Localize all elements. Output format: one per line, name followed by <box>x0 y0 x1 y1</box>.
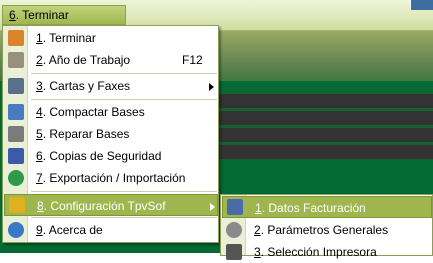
menu-item-num: 3 <box>36 79 43 93</box>
menubar-item-num: 6 <box>9 8 16 22</box>
menu-item-copias-seguridad[interactable]: 6. Copias de Seguridad <box>3 145 218 167</box>
menu-item-num: 7 <box>36 171 43 185</box>
menu-item-label: . Cartas y Faxes <box>42 79 131 93</box>
submenu-item-label: . Selección Impresora <box>260 245 377 259</box>
menu-item-num: 2 <box>36 53 43 67</box>
menu-item-label: . Copias de Seguridad <box>42 149 162 163</box>
menubar-item-terminar[interactable]: 6. Terminar <box>2 5 126 25</box>
globe-icon <box>8 170 24 186</box>
power-icon <box>8 30 24 46</box>
menu-separator <box>31 73 217 74</box>
menu-item-num: 4 <box>36 105 43 119</box>
workspace-block <box>218 110 433 126</box>
terminar-menu: 1. Terminar 2. Año de Trabajo F12 3. Car… <box>2 25 219 243</box>
menu-item-cartas-faxes[interactable]: 3. Cartas y Faxes <box>3 75 218 97</box>
menu-item-label: . Año de Trabajo <box>42 53 131 67</box>
fax-icon <box>8 78 24 94</box>
config-icon <box>9 197 25 213</box>
help-icon <box>8 222 24 238</box>
workspace-block <box>218 127 433 143</box>
menu-item-configuracion-tpvsof[interactable]: 8. Configuración TpvSof <box>4 194 218 216</box>
floppy-icon <box>8 148 24 164</box>
menu-item-compactar-bases[interactable]: 4. Compactar Bases <box>3 101 218 123</box>
menu-separator <box>31 99 217 100</box>
menu-item-acerca-de[interactable]: 9. Acerca de <box>3 219 218 241</box>
submenu-item-label: . Parámetros Generales <box>260 223 389 237</box>
submenu-item-num: 1 <box>255 201 262 215</box>
submenu-item-seleccion-impresora[interactable]: 3. Selección Impresora <box>221 241 432 263</box>
user-card-icon <box>227 199 243 215</box>
submenu-item-datos-facturacion[interactable]: 1. Datos Facturación <box>222 196 432 218</box>
configuracion-submenu: 1. Datos Facturación 2. Parámetros Gener… <box>220 194 433 260</box>
calendar-icon <box>8 52 24 68</box>
menu-item-label: . Terminar <box>42 31 96 45</box>
submenu-item-label: . Datos Facturación <box>261 201 366 215</box>
menu-item-label: . Acerca de <box>42 223 103 237</box>
workspace-block <box>218 93 433 109</box>
menu-item-label: . Exportación / Importación <box>42 171 186 185</box>
menu-item-num: 9 <box>36 223 43 237</box>
submenu-item-num: 2 <box>254 223 261 237</box>
gear-icon <box>226 222 242 238</box>
tools-icon <box>8 126 24 142</box>
menu-item-terminar[interactable]: 1. Terminar <box>3 27 218 49</box>
menu-separator <box>31 217 217 218</box>
submenu-item-parametros-generales[interactable]: 2. Parámetros Generales <box>221 219 432 241</box>
submenu-arrow-icon <box>209 83 214 91</box>
menu-item-ano-trabajo[interactable]: 2. Año de Trabajo F12 <box>3 49 218 71</box>
menubar-item-label: . Terminar <box>15 8 69 22</box>
printer-icon <box>226 244 242 260</box>
shortcut-label: F12 <box>182 53 203 67</box>
menu-item-reparar-bases[interactable]: 5. Reparar Bases <box>3 123 218 145</box>
menu-item-exportacion-importacion[interactable]: 7. Exportación / Importación <box>3 167 218 189</box>
window-control[interactable] <box>410 0 433 10</box>
menu-item-label: . Reparar Bases <box>42 127 130 141</box>
menu-item-num: 6 <box>36 149 43 163</box>
menu-item-label: . Compactar Bases <box>42 105 145 119</box>
compact-icon <box>8 104 24 120</box>
submenu-item-num: 3 <box>254 245 261 259</box>
submenu-arrow-icon <box>210 203 215 211</box>
menu-item-num: 5 <box>36 127 43 141</box>
menu-separator <box>31 191 217 192</box>
menu-item-num: 1 <box>36 31 43 45</box>
workspace-block <box>218 144 433 160</box>
menu-item-label: . Configuración TpvSof <box>43 199 166 213</box>
menu-item-num: 8 <box>37 199 44 213</box>
